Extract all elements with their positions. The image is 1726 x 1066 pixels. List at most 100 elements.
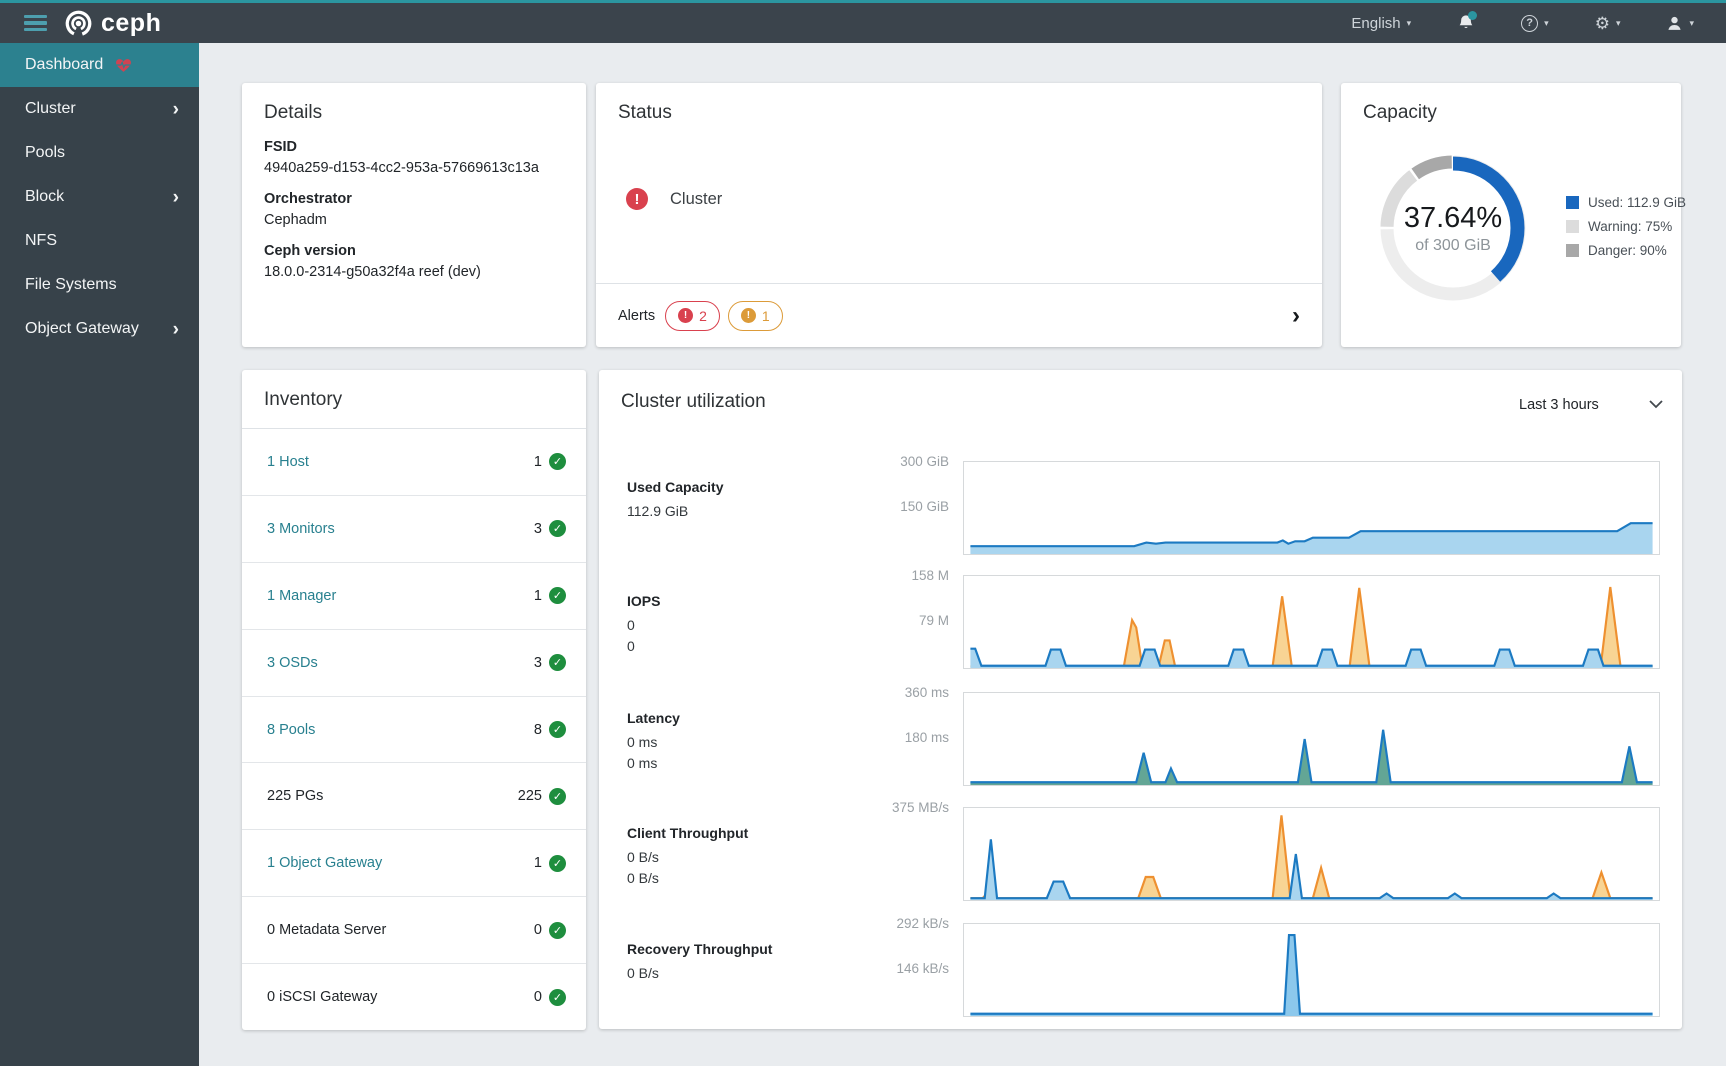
inventory-count: 3	[534, 521, 542, 537]
sidebar-item-dashboard[interactable]: Dashboard	[0, 43, 199, 87]
inventory-row-225-pgs: 225 PGs225✓	[242, 763, 586, 830]
capacity-legend: Used: 112.9 GiB Warning: 75% Danger: 90%	[1566, 195, 1686, 258]
chevron-right-icon: ›	[173, 320, 179, 339]
y-axis-tick: 146 kB/s	[859, 961, 949, 976]
capacity-card: Capacity 37.64% of 300 GiB Used: 112.9 G…	[1341, 83, 1681, 347]
notification-dot	[1468, 11, 1477, 20]
top-navbar: ceph English ▾ ? ▾ ⚙ ▾	[0, 3, 1726, 43]
danger-alerts-badge[interactable]: !2	[665, 301, 720, 331]
inventory-row-1-object-gateway[interactable]: 1 Object Gateway1✓	[242, 830, 586, 897]
inventory-link[interactable]: 8 Pools	[267, 722, 315, 738]
check-circle-icon: ✓	[549, 453, 566, 470]
y-axis-tick: 375 MB/s	[859, 800, 949, 815]
inventory-row-8-pools[interactable]: 8 Pools8✓	[242, 697, 586, 764]
y-axis-tick: 79 M	[859, 613, 949, 628]
details-card: Details FSID4940a259-d153-4cc2-953a-5766…	[242, 83, 586, 347]
alerts-footer: Alerts !2!1 ›	[596, 283, 1322, 347]
chart-row-iops: IOPS00158 M79 M	[599, 575, 1682, 669]
chart-plot-area	[963, 807, 1660, 901]
bell-icon	[1457, 14, 1475, 32]
legend-item: Warning: 75%	[1566, 219, 1686, 234]
sidebar-item-cluster[interactable]: Cluster›	[0, 87, 199, 131]
capacity-title: Capacity	[1363, 102, 1659, 124]
chart-current-values: 112.9 GiB	[627, 501, 688, 522]
inventory-count: 0	[534, 922, 542, 938]
sidebar-item-pools[interactable]: Pools	[0, 131, 199, 175]
alert-warning-icon: !	[741, 308, 756, 323]
language-selector[interactable]: English ▾	[1351, 15, 1411, 32]
capacity-percent: 37.64%	[1404, 202, 1502, 235]
inventory-row-3-osds[interactable]: 3 OSDs3✓	[242, 630, 586, 697]
detail-field-value: Cephadm	[264, 212, 564, 228]
inventory-link[interactable]: 3 OSDs	[267, 655, 318, 671]
inventory-row-1-host[interactable]: 1 Host 1 ✓	[242, 429, 586, 496]
y-axis-tick: 292 kB/s	[859, 916, 949, 931]
settings-menu[interactable]: ⚙ ▾	[1595, 15, 1621, 32]
alert-count: 2	[699, 308, 707, 324]
menu-icon[interactable]	[0, 3, 46, 43]
accent-top-strip	[0, 0, 1726, 3]
user-menu[interactable]: ▾	[1666, 15, 1694, 32]
inventory-title: Inventory	[264, 389, 564, 411]
language-label: English	[1351, 15, 1400, 32]
detail-field-label: Ceph version	[264, 243, 564, 259]
sidebar-item-nfs[interactable]: NFS	[0, 219, 199, 263]
inventory-label: 225 PGs	[267, 788, 323, 804]
alert-danger-icon: !	[678, 308, 693, 323]
inventory-link[interactable]: 1 Manager	[267, 588, 336, 604]
chart-title: Used Capacity	[627, 479, 723, 495]
check-circle-icon: ✓	[549, 922, 566, 939]
brand[interactable]: ceph	[64, 9, 161, 38]
chevron-right-icon: ›	[173, 188, 179, 207]
chart-current-values: 0 B/s	[627, 963, 659, 984]
chart-row-recovery-throughput: Recovery Throughput0 B/s292 kB/s146 kB/s	[599, 923, 1682, 1017]
inventory-count: 225	[518, 788, 542, 804]
notifications-button[interactable]	[1457, 14, 1475, 32]
sidebar-item-label: Dashboard	[25, 56, 103, 74]
caret-down-icon: ▾	[1616, 18, 1621, 29]
capacity-donut-chart: 37.64% of 300 GiB	[1368, 143, 1538, 313]
chart-plot-area	[963, 692, 1660, 786]
cluster-status-row[interactable]: ! Cluster	[626, 188, 722, 210]
legend-label: Danger: 90%	[1588, 243, 1667, 258]
legend-item: Used: 112.9 GiB	[1566, 195, 1686, 210]
chart-plot-area	[963, 575, 1660, 669]
cluster-status-label: Cluster	[670, 190, 722, 209]
sidebar-item-object-gateway[interactable]: Object Gateway ›	[0, 307, 199, 351]
check-circle-icon: ✓	[549, 855, 566, 872]
inventory-row-0-metadata-server: 0 Metadata Server 0 ✓	[242, 897, 586, 964]
expand-alerts-chevron-icon[interactable]: ›	[1292, 304, 1300, 328]
legend-label: Warning: 75%	[1588, 219, 1672, 234]
time-range-selector[interactable]: Last 3 hours	[1519, 396, 1664, 414]
chart-plot-area	[963, 461, 1660, 555]
inventory-label: 0 Metadata Server	[267, 922, 386, 938]
detail-field-label: Orchestrator	[264, 191, 564, 207]
y-axis-tick: 150 GiB	[859, 499, 949, 514]
warning-alerts-badge[interactable]: !1	[728, 301, 783, 331]
inventory-row-3-monitors[interactable]: 3 Monitors3✓	[242, 496, 586, 563]
ceph-logo-icon	[64, 9, 93, 38]
sidebar-item-label: Object Gateway	[25, 320, 139, 338]
legend-swatch	[1566, 196, 1579, 209]
status-title: Status	[618, 102, 1300, 124]
detail-field-value: 18.0.0-2314-g50a32f4a reef (dev)	[264, 264, 564, 280]
inventory-link[interactable]: 3 Monitors	[267, 521, 335, 537]
sidebar-item-label: Pools	[25, 144, 65, 162]
check-circle-icon: ✓	[549, 587, 566, 604]
help-menu[interactable]: ? ▾	[1521, 15, 1549, 32]
sidebar-item-block[interactable]: Block›	[0, 175, 199, 219]
brand-name: ceph	[101, 9, 161, 38]
inventory-link[interactable]: 1 Object Gateway	[267, 855, 382, 871]
help-icon: ?	[1521, 15, 1538, 32]
sidebar-item-file-systems[interactable]: File Systems	[0, 263, 199, 307]
inventory-row-1-manager[interactable]: 1 Manager 1 ✓	[242, 563, 586, 630]
inventory-count: 8	[534, 722, 542, 738]
detail-field-label: FSID	[264, 139, 564, 155]
inventory-link[interactable]: 1 Host	[267, 454, 309, 470]
chart-current-values: 0 B/s0 B/s	[627, 847, 659, 889]
sidebar-item-label: Cluster	[25, 100, 76, 118]
alert-count: 1	[762, 308, 770, 324]
y-axis-tick: 360 ms	[859, 685, 949, 700]
inventory-count: 1	[534, 588, 542, 604]
inventory-count: 1	[534, 454, 542, 470]
